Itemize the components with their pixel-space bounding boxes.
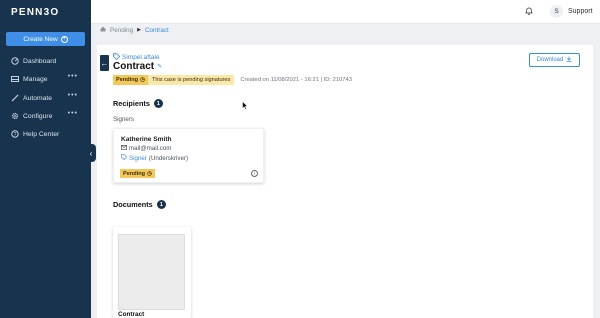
signer-email-row: mail@mail.com [121, 145, 171, 152]
signer-status-badge: Pending ◷ [120, 169, 155, 178]
sidebar-item-manage[interactable]: Manage ••• [0, 72, 91, 86]
status-message: This case is pending signatures [147, 75, 235, 85]
signer-role-row: Signer (Underskriver) [121, 154, 188, 162]
signer-card[interactable]: Katherine Smith mail@mail.com Signer (Un… [113, 128, 264, 183]
status-badge: Pending ◷ [113, 75, 148, 85]
documents-heading: Documents 1 [113, 200, 166, 209]
sidebar: PENN3O Create New + Dashboard Manage •••… [0, 0, 91, 318]
status-label: Pending [116, 77, 139, 83]
back-button[interactable]: ← [100, 55, 109, 71]
help-icon: ? [11, 130, 19, 138]
user-name[interactable]: Support [568, 8, 593, 15]
sidebar-item-help-center[interactable]: ? Help Center [0, 127, 91, 141]
edit-icon[interactable]: ✎ [157, 63, 162, 70]
avatar[interactable]: S [550, 5, 563, 18]
mail-icon [121, 145, 127, 152]
download-label: Download [536, 57, 564, 63]
clock-icon: ◷ [140, 77, 145, 83]
status-row: Pending ◷ This case is pending signature… [113, 75, 352, 85]
clock-icon: ◷ [147, 170, 152, 177]
page-title: Contract ✎ [113, 61, 162, 72]
inbox-icon [11, 75, 19, 83]
more-dots-icon[interactable]: ••• [68, 110, 78, 117]
more-dots-icon[interactable]: ••• [68, 92, 78, 99]
sidebar-item-label: Manage [23, 75, 48, 83]
svg-text:?: ? [14, 132, 17, 138]
tag-icon [121, 154, 128, 162]
folder-name: Simpel.aftale [122, 54, 160, 61]
create-new-button[interactable]: Create New + [6, 32, 85, 46]
sidebar-item-label: Dashboard [23, 57, 57, 65]
top-bar: S Support [91, 0, 600, 24]
documents-count: 1 [156, 200, 166, 209]
sidebar-item-configure[interactable]: Configure ••• [0, 109, 91, 123]
recipients-title: Recipients [113, 99, 150, 108]
documents-title: Documents [113, 200, 153, 209]
create-new-label: Create New [23, 35, 58, 43]
chevron-right-icon: ▶ [137, 27, 141, 33]
download-button[interactable]: Download [529, 53, 580, 67]
created-info: Created on 11/08/2021 - 16:21 | ID: 2107… [240, 77, 352, 83]
document-card[interactable]: Contract [113, 227, 191, 318]
document-name: Contract [118, 311, 145, 318]
recipients-count: 1 [153, 99, 163, 108]
breadcrumb: Pending ▶ Contract [100, 26, 169, 34]
signer-name: Katherine Smith [121, 136, 172, 143]
recipients-heading: Recipients 1 [113, 99, 163, 108]
breadcrumb-pending[interactable]: Pending [110, 27, 133, 34]
dashboard-icon [11, 57, 19, 65]
signer-status-label: Pending [123, 170, 146, 177]
gear-icon [11, 112, 19, 120]
sidebar-item-label: Automate [23, 94, 53, 102]
download-icon [566, 56, 572, 64]
document-thumbnail[interactable] [118, 234, 185, 310]
home-icon[interactable] [100, 26, 106, 34]
mouse-cursor-icon [242, 100, 249, 112]
signer-email: mail@mail.com [129, 145, 172, 152]
sidebar-item-automate[interactable]: Automate ••• [0, 91, 91, 105]
bell-icon[interactable] [524, 6, 534, 16]
sidebar-item-label: Configure [23, 112, 53, 120]
magic-icon [11, 94, 19, 102]
signer-role[interactable]: Signer [129, 155, 147, 162]
case-title: Contract [113, 61, 155, 72]
sidebar-item-dashboard[interactable]: Dashboard [0, 54, 91, 68]
plus-icon: + [60, 35, 68, 43]
info-icon[interactable]: i [251, 170, 258, 177]
breadcrumb-contract[interactable]: Contract [145, 27, 169, 34]
penneo-logo[interactable]: PENN3O [11, 7, 59, 18]
more-dots-icon[interactable]: ••• [68, 73, 78, 80]
sidebar-item-label: Help Center [23, 130, 60, 138]
signer-role-note: (Underskriver) [148, 154, 189, 162]
collapse-sidebar-button[interactable]: ‹ [86, 144, 96, 162]
signers-label: Signers [113, 116, 134, 123]
